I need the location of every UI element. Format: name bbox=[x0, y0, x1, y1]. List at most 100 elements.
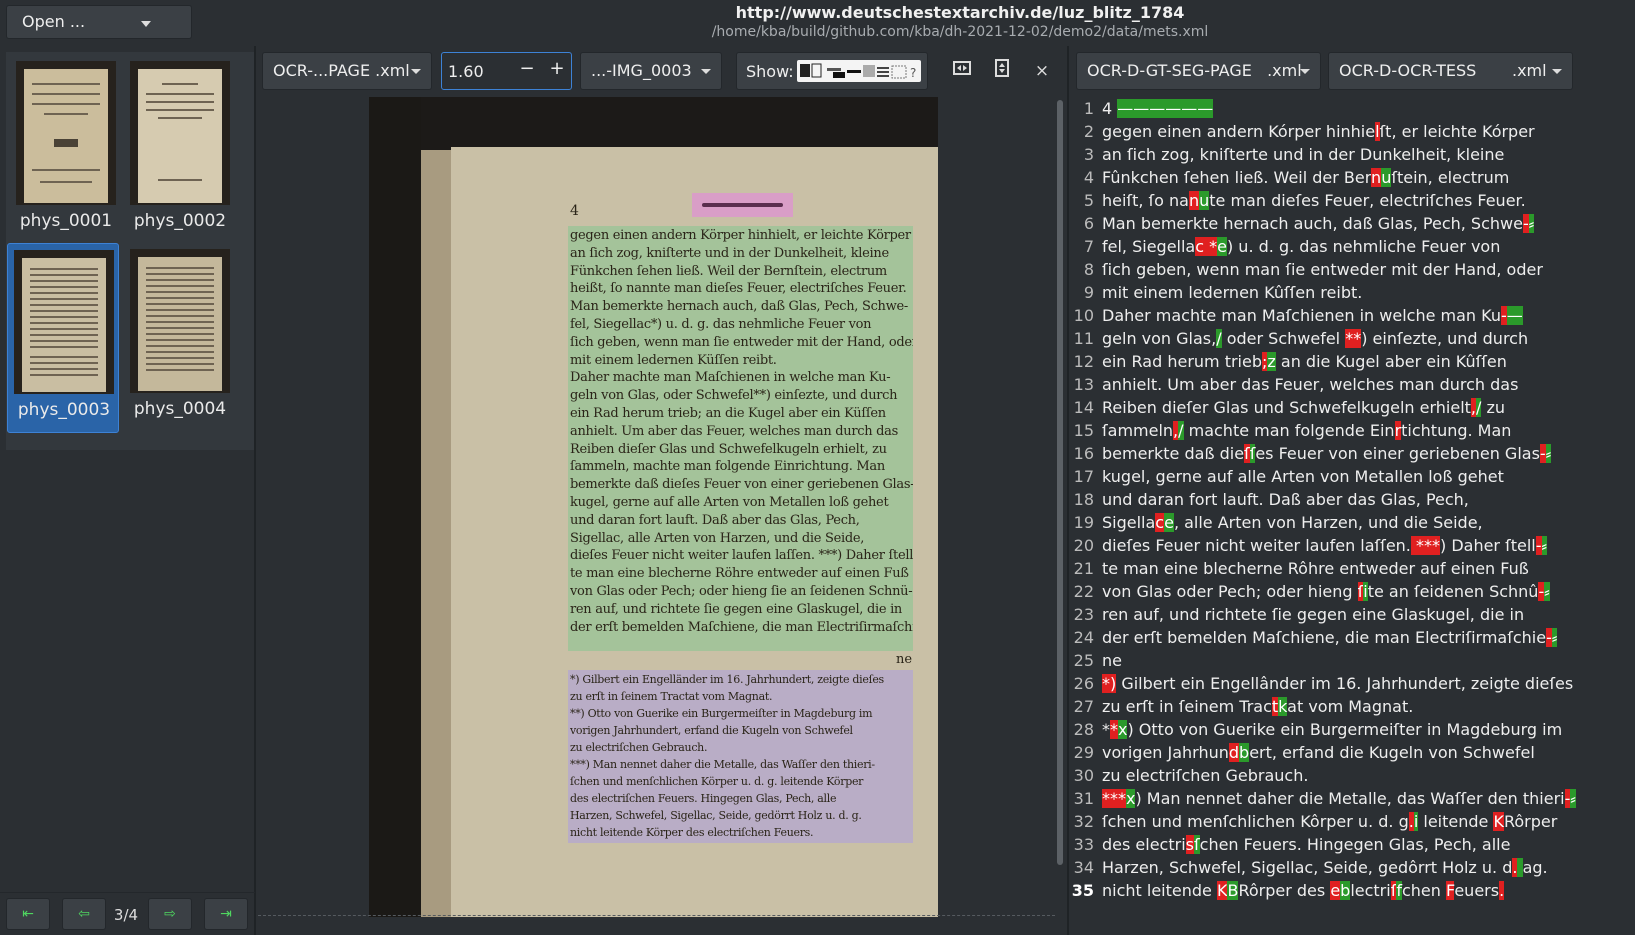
text-line[interactable]: 34 Harzen, Schwefel, Sigellac, Seide, ged… bbox=[1070, 856, 1548, 879]
scan-footnote-line[interactable]: vorigen Jahrhundert, erfand die Kugeln v… bbox=[570, 724, 913, 738]
scan-footnote-line[interactable]: des electriſchen Feuers. Hingegen Glas, … bbox=[570, 792, 913, 806]
ornament-region[interactable] bbox=[692, 193, 793, 217]
text-line[interactable]: 27 zu erſt in ſeinem Tractkat vom Magnat. bbox=[1070, 695, 1413, 718]
text-line[interactable]: 8 ſich geben, wenn man ſie entweder mit d… bbox=[1070, 258, 1543, 281]
show-options-toggles[interactable]: ? bbox=[797, 60, 921, 82]
text-line[interactable]: 15 ſammeln,/ machte man folgende Einrtich… bbox=[1070, 419, 1511, 442]
scan-line[interactable]: Reiben dieſer Glas und Schwefelkugeln er… bbox=[570, 442, 913, 459]
scan-line[interactable]: Fünkchen ſehen ließ. Weil der Bernſtein,… bbox=[570, 264, 913, 281]
thumbnail-phys-0003[interactable]: phys_0003 bbox=[7, 243, 119, 433]
scan-line[interactable]: ein Rad herum trieb; an die Kugel aber e… bbox=[570, 406, 913, 423]
text-line[interactable]: 9 mit einem ledernen Kûſſen reibt. bbox=[1070, 281, 1363, 304]
diff-added: ⸗ bbox=[1551, 628, 1558, 647]
scan-line[interactable]: geln von Glas, oder Schwefel**) einſezte… bbox=[570, 388, 913, 405]
last-page-button[interactable]: ⇥ bbox=[204, 898, 248, 930]
scan-line[interactable]: Man bemerkte hernach auch, daß Glas, Pec… bbox=[570, 299, 913, 316]
text-line[interactable]: 6 Man bemerkte hernach auch, daß Glas, Pe… bbox=[1070, 212, 1535, 235]
text-line[interactable]: 26 *) Gilbert ein Engellânder im 16. Jahr… bbox=[1070, 672, 1573, 695]
scan-line[interactable]: te man eine blecherne Röhre entweder auf… bbox=[570, 566, 913, 583]
thumbnail-phys-0001[interactable]: phys_0001 bbox=[10, 55, 122, 245]
prev-page-button[interactable]: ⇦ bbox=[62, 898, 106, 930]
text-line[interactable]: 17 kugel, gerne auf alle Arten von Metall… bbox=[1070, 465, 1504, 488]
scan-footnote-line[interactable]: nicht leitende Körper des electriſchen F… bbox=[570, 826, 913, 840]
fit-width-icon[interactable] bbox=[947, 58, 977, 84]
scan-line[interactable]: von Glas oder Pech; oder hieng ſie an ſe… bbox=[570, 584, 913, 601]
scan-line[interactable]: Daher machte man Maſchienen in welche ma… bbox=[570, 370, 913, 387]
scrollbar-thumb[interactable] bbox=[1057, 100, 1063, 865]
open-button[interactable]: Open ... bbox=[6, 5, 100, 39]
next-page-button[interactable]: ⇨ bbox=[148, 898, 192, 930]
text-line[interactable]: 16 bemerkte daß dieſſes Feuer von einer g… bbox=[1070, 442, 1552, 465]
text-line[interactable]: 32 ſchen und menſchlichen Kôrper u. d. g.… bbox=[1070, 810, 1557, 833]
text-line[interactable]: 35 nicht leitende KBRôrper des eblectriſf… bbox=[1070, 879, 1505, 902]
scan-line[interactable]: ſammeln, machte man folgende Einrichtung… bbox=[570, 459, 913, 476]
text-line[interactable]: 2 gegen einen andern Kórper hinhielſt, er… bbox=[1070, 120, 1535, 143]
right-file-group-a-select[interactable]: OCR-D-GT-SEG-PAGE .xml bbox=[1076, 52, 1321, 90]
diff-added: z bbox=[1267, 352, 1276, 371]
text-line[interactable]: 24 der erſt bemelden Maſchiene, die man E… bbox=[1070, 626, 1558, 649]
scan-line[interactable]: bemerkte daß dieſes Feuer von einer geri… bbox=[570, 477, 913, 494]
left-file-group-select[interactable]: OCR-...PAGE .xml bbox=[262, 52, 432, 90]
text-line[interactable]: 31 ***x) Man nennet daher die Metalle, da… bbox=[1070, 787, 1576, 810]
thumbnail-phys-0002[interactable]: phys_0002 bbox=[124, 55, 236, 245]
scan-footnote-line[interactable]: ***) Man nennet daher die Metalle, das W… bbox=[570, 758, 913, 772]
zoom-input[interactable]: 1.60 bbox=[448, 62, 484, 81]
text-line[interactable]: 10 Daher machte man Maſchienen in welche … bbox=[1070, 304, 1523, 327]
fit-height-icon[interactable] bbox=[987, 58, 1017, 84]
scan-line[interactable]: mit einem ledernen Küſſen reibt. bbox=[570, 353, 913, 370]
pane-divider[interactable] bbox=[254, 46, 256, 935]
scan-footnote-line[interactable]: ſchen und menſchlichen Körper u. d. g. l… bbox=[570, 775, 913, 789]
scan-line[interactable]: fel, Siegellac*) u. d. g. das nehmliche … bbox=[570, 317, 913, 334]
text-line[interactable]: 33 des electrisſchen Feuers. Hingegen Gla… bbox=[1070, 833, 1510, 856]
text-line[interactable]: 14 —————— bbox=[1070, 97, 1214, 120]
close-icon[interactable]: × bbox=[1027, 58, 1057, 84]
text-line[interactable]: 25 ne bbox=[1070, 649, 1122, 672]
image-file-select[interactable]: ...-IMG_0003 bbox=[580, 52, 722, 90]
first-page-button[interactable]: ⇤ bbox=[6, 898, 50, 930]
text-line[interactable]: 12 ein Rad herum trieb;z an die Kugel abe… bbox=[1070, 350, 1507, 373]
text-line[interactable]: 3 an ſich zog, kniſterte und in der Dunke… bbox=[1070, 143, 1505, 166]
text-line[interactable]: 18 und daran fort lauft. Daß aber das Gla… bbox=[1070, 488, 1469, 511]
text-line[interactable]: 13 anhielt. Um aber das Feuer, welches ma… bbox=[1070, 373, 1519, 396]
image-hscrollbar[interactable] bbox=[258, 915, 1055, 923]
text-line[interactable]: 29 vorigen Jahrhundbert, erfand die Kugel… bbox=[1070, 741, 1535, 764]
text-line[interactable]: 23 ren auf, und richtete ſie gegen eine G… bbox=[1070, 603, 1524, 626]
scan-footnote-line[interactable]: zu electriſchen Gebrauch. bbox=[570, 741, 913, 755]
line-segment: anhielt. Um aber das Feuer, welches man … bbox=[1102, 375, 1519, 394]
text-line[interactable]: 28 **x) Otto von Guerike ein Burgermeiſte… bbox=[1070, 718, 1562, 741]
scan-line[interactable]: anhielt. Um aber das Feuer, welches man … bbox=[570, 424, 913, 441]
scan-footnote-line[interactable]: **) Otto von Guerike ein Burgermeiſter i… bbox=[570, 707, 913, 721]
zoom-in-button[interactable]: + bbox=[546, 58, 568, 84]
zoom-spinbox[interactable]: 1.60 − + bbox=[441, 52, 572, 90]
open-menu-dropdown[interactable] bbox=[99, 5, 192, 39]
line-number: 7 bbox=[1083, 237, 1094, 256]
scan-line[interactable]: gegen einen andern Körper hinhielt, er l… bbox=[570, 228, 913, 245]
text-line[interactable]: 14 Reiben dieſer Glas und Schwefelkugeln … bbox=[1070, 396, 1505, 419]
text-line[interactable]: 30 zu electriſchen Gebrauch. bbox=[1070, 764, 1309, 787]
pane-divider[interactable] bbox=[1067, 46, 1069, 935]
scan-line[interactable]: kugel, gerne auf alle Arten von Metallen… bbox=[570, 495, 913, 512]
text-line[interactable]: 20 dieſes Feuer nicht weiter laufen laſſe… bbox=[1070, 534, 1547, 557]
scan-footnote-line[interactable]: zu erſt in ſeinem Tractat vom Magnat. bbox=[570, 690, 913, 704]
scan-line[interactable]: an ſich zog, kniſterte und in der Dunkel… bbox=[570, 246, 913, 263]
diff-removed: ſ bbox=[1244, 444, 1250, 463]
zoom-out-button[interactable]: − bbox=[516, 58, 538, 84]
scan-line[interactable]: der erſt bemelden Maſchiene, die man Ele… bbox=[570, 620, 913, 637]
text-line[interactable]: 22 von Glas oder Pech; oder hieng ſite an… bbox=[1070, 580, 1550, 603]
text-line[interactable]: 7 fel, Siegellac *e) u. d. g. das nehmlic… bbox=[1070, 235, 1500, 258]
text-line[interactable]: 21 te man eine blecherne Rôhre entweder a… bbox=[1070, 557, 1529, 580]
scan-line[interactable]: Sigellac, alle Arten von Harzen, und die… bbox=[570, 531, 913, 548]
scan-line[interactable]: heißt, ſo nannte man dieſes Feuer, elect… bbox=[570, 281, 913, 298]
text-line[interactable]: 5 heiſt, ſo nanute man dieſes Feuer, elec… bbox=[1070, 189, 1526, 212]
text-line[interactable]: 19 Sigellace, alle Arten von Harzen, und … bbox=[1070, 511, 1483, 534]
scan-line[interactable]: ſich geben, wenn man ſie entweder mit de… bbox=[570, 335, 913, 352]
scan-line[interactable]: ren auf, und richtete ſie gegen eine Gla… bbox=[570, 602, 913, 619]
text-line[interactable]: 11 geln von Glas,/ oder Schwefel **) einſ… bbox=[1070, 327, 1528, 350]
right-file-group-b-select[interactable]: OCR-D-OCR-TESS .xml bbox=[1328, 52, 1573, 90]
scan-line[interactable]: dieſes Feuer nicht weiter laufen laſſen.… bbox=[570, 548, 913, 565]
scan-footnote-line[interactable]: Harzen, Schwefel, Sigellac, Seide, gedör… bbox=[570, 809, 913, 823]
text-line[interactable]: 4 Fûnkchen ſehen ließ. Weil der Bernuſtei… bbox=[1070, 166, 1509, 189]
thumbnail-phys-0004[interactable]: phys_0004 bbox=[124, 243, 236, 433]
scan-footnote-line[interactable]: *) Gilbert ein Engelländer im 16. Jahrhu… bbox=[570, 673, 913, 687]
scan-line[interactable]: und daran fort lauft. Daß aber das Glas,… bbox=[570, 513, 913, 530]
